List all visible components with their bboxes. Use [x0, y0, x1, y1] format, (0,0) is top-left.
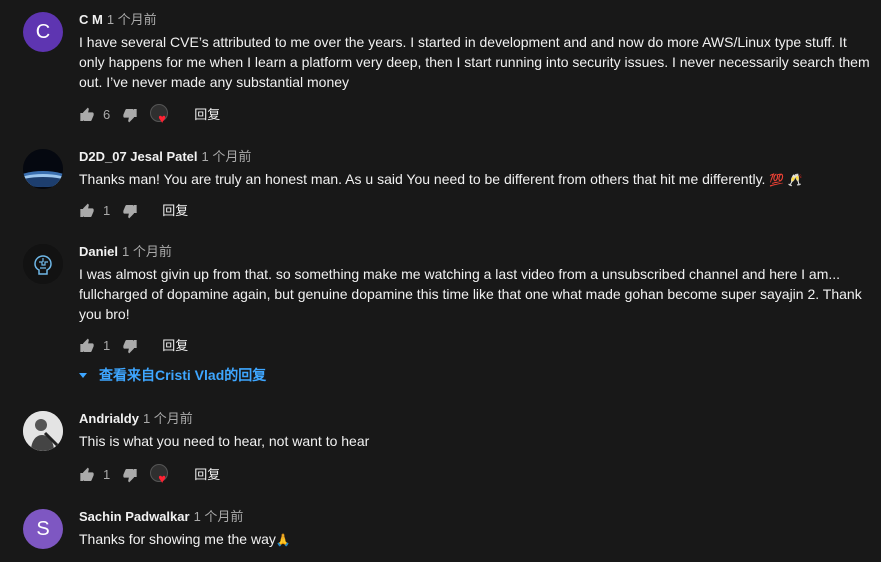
comment-time[interactable]: 1 个月前	[194, 509, 244, 524]
comment-text-wrap: Thanks man! You are truly an honest man.…	[79, 169, 873, 190]
like-count: 1	[103, 203, 111, 218]
comment-text: I have several CVE’s attributed to me ov…	[79, 34, 870, 90]
comment-emoji: 🙏	[275, 533, 291, 547]
thumb-down-icon[interactable]	[122, 338, 138, 354]
avatar-letter: C	[35, 20, 51, 43]
like-count: 1	[103, 467, 111, 482]
comment-time[interactable]: 1 个月前	[202, 149, 252, 164]
chevron-down-icon	[79, 372, 87, 378]
thumb-up-icon[interactable]	[79, 107, 95, 123]
reply-button[interactable]: 回复	[162, 201, 188, 221]
comment-time[interactable]: 1 个月前	[107, 12, 157, 27]
brain-icon	[23, 244, 63, 284]
thumb-up-icon[interactable]	[79, 467, 95, 483]
comment-text: Thanks for showing me the way	[79, 531, 276, 547]
comment-text: Thanks man! You are truly an honest man.…	[79, 171, 766, 187]
earth-icon	[23, 149, 63, 189]
view-replies-button[interactable]: 查看来自Cristi Vlad的回复	[79, 365, 266, 385]
like-count: 6	[103, 107, 111, 122]
comment-author[interactable]: Daniel	[79, 244, 118, 259]
thumb-down-icon[interactable]	[122, 203, 138, 219]
thumb-up-icon[interactable]	[79, 203, 95, 219]
like-count: 1	[103, 338, 111, 353]
creator-heart-icon: ♥	[150, 464, 172, 486]
thumb-down-icon[interactable]	[122, 467, 138, 483]
comment-author[interactable]: Andrialdy	[79, 411, 139, 426]
view-replies-label: 查看来自Cristi Vlad的回复	[99, 367, 267, 383]
comment-author[interactable]: D2D_07 Jesal Patel	[79, 149, 198, 164]
avatar-letter: S	[36, 517, 50, 540]
avatar[interactable]	[23, 411, 63, 451]
thumb-down-icon[interactable]	[122, 107, 138, 123]
reply-button[interactable]: 回复	[194, 105, 220, 125]
comment-time[interactable]: 1 个月前	[122, 244, 172, 259]
comment-emoji: 💯 🥂	[769, 173, 803, 187]
comment-text-wrap: Thanks for showing me the way🙏	[79, 529, 873, 550]
reply-button[interactable]: 回复	[194, 465, 220, 485]
avatar[interactable]	[23, 244, 63, 284]
avatar[interactable]: S	[23, 509, 63, 549]
comment-time[interactable]: 1 个月前	[143, 411, 193, 426]
comment-author[interactable]: C M	[79, 12, 103, 27]
reply-button[interactable]: 回复	[162, 336, 188, 356]
creator-heart-icon: ♥	[150, 104, 172, 126]
portrait-icon	[23, 411, 63, 451]
avatar[interactable]	[23, 149, 63, 189]
comment-text: I was almost givin up from that. so some…	[79, 266, 862, 322]
comment-text: This is what you need to hear, not want …	[79, 433, 370, 449]
comment-author[interactable]: Sachin Padwalkar	[79, 509, 190, 524]
thumb-up-icon[interactable]	[79, 338, 95, 354]
avatar[interactable]: C	[23, 12, 63, 52]
